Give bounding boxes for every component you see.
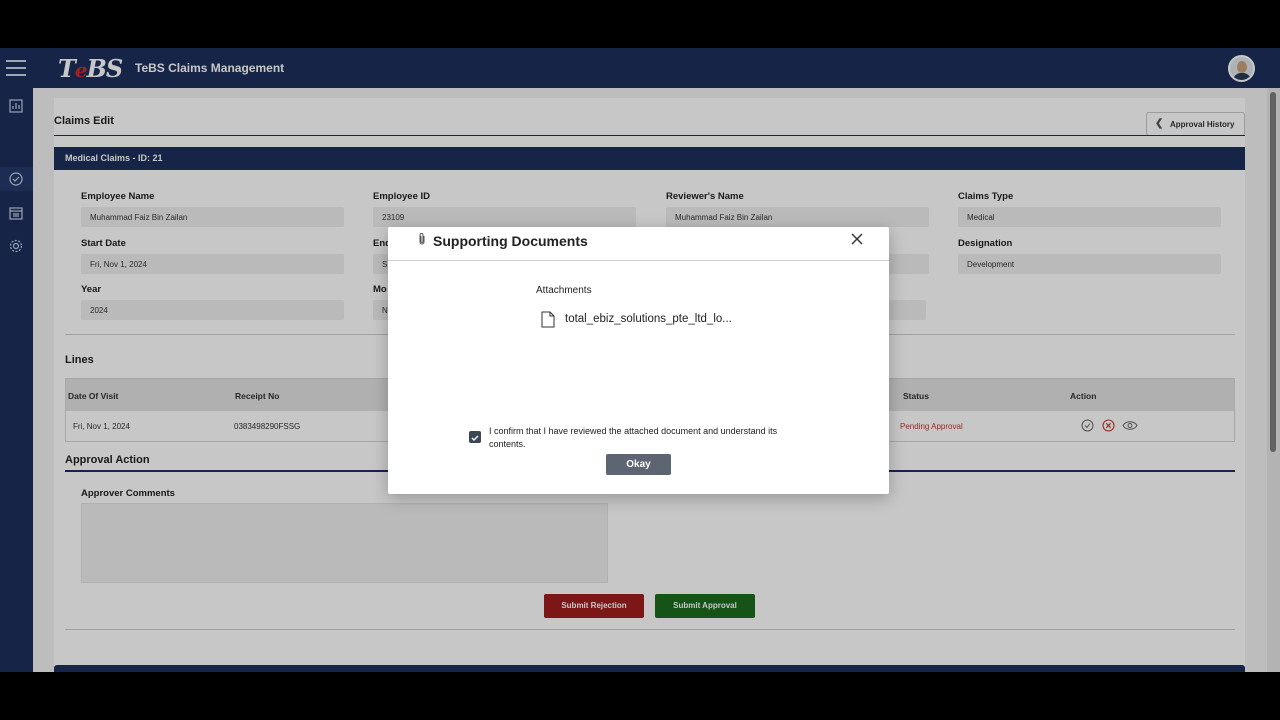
letterbox-top — [0, 0, 1280, 48]
supporting-documents-dialog: Supporting Documents Attachments total_e… — [388, 227, 889, 494]
okay-button[interactable]: Okay — [606, 454, 671, 475]
file-icon[interactable] — [541, 311, 555, 328]
confirm-label: I confirm that I have reviewed the attac… — [489, 426, 778, 449]
dialog-title: Supporting Documents — [433, 233, 588, 249]
close-icon[interactable] — [849, 231, 865, 247]
paperclip-icon — [417, 232, 427, 246]
letterbox-bottom — [0, 672, 1280, 720]
attachment-link[interactable]: total_ebiz_solutions_pte_ltd_lo... — [565, 313, 732, 325]
dialog-divider — [388, 260, 889, 261]
attachments-label: Attachments — [536, 285, 592, 296]
confirm-checkbox[interactable] — [469, 431, 481, 443]
